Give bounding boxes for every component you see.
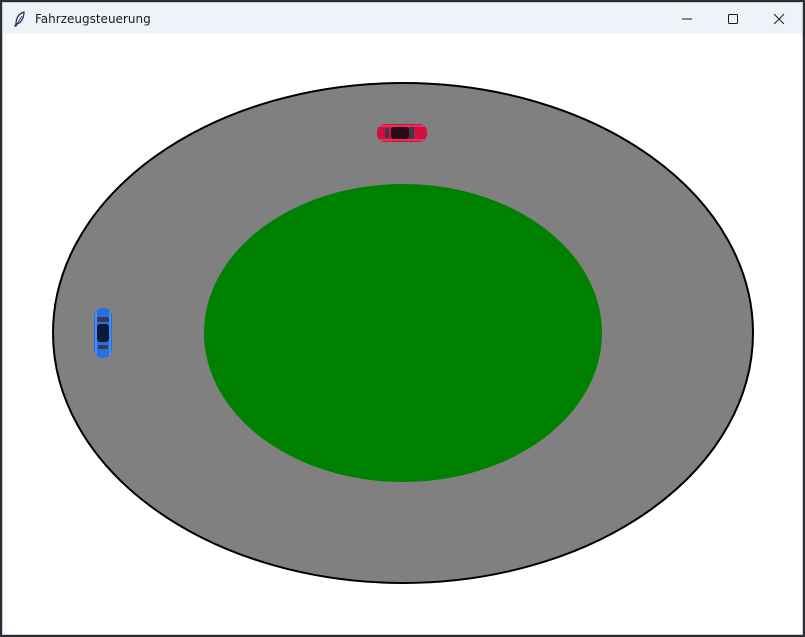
window-title: Fahrzeugsteuerung — [35, 11, 151, 26]
close-button[interactable] — [756, 3, 802, 34]
blue-car-roof — [97, 324, 109, 342]
red-car[interactable] — [377, 124, 427, 142]
drawing-canvas[interactable] — [3, 34, 802, 634]
feather-icon — [12, 10, 28, 27]
blue-car-windshield — [97, 317, 109, 322]
app-window: Fahrzeugsteuerung — [2, 2, 803, 635]
red-car-rear-window — [385, 128, 389, 138]
infield-grass — [204, 184, 602, 482]
blue-car-rear-window — [98, 345, 108, 349]
maximize-button[interactable] — [710, 3, 756, 34]
maximize-icon — [728, 13, 738, 24]
blue-car[interactable] — [94, 308, 112, 358]
race-track-scene — [52, 82, 754, 584]
red-car-roof — [391, 127, 409, 139]
minimize-icon — [682, 18, 692, 19]
window-controls — [664, 3, 802, 34]
title-bar[interactable]: Fahrzeugsteuerung — [3, 3, 802, 34]
close-icon — [773, 13, 785, 24]
red-car-windshield — [409, 127, 414, 139]
minimize-button[interactable] — [664, 3, 710, 34]
